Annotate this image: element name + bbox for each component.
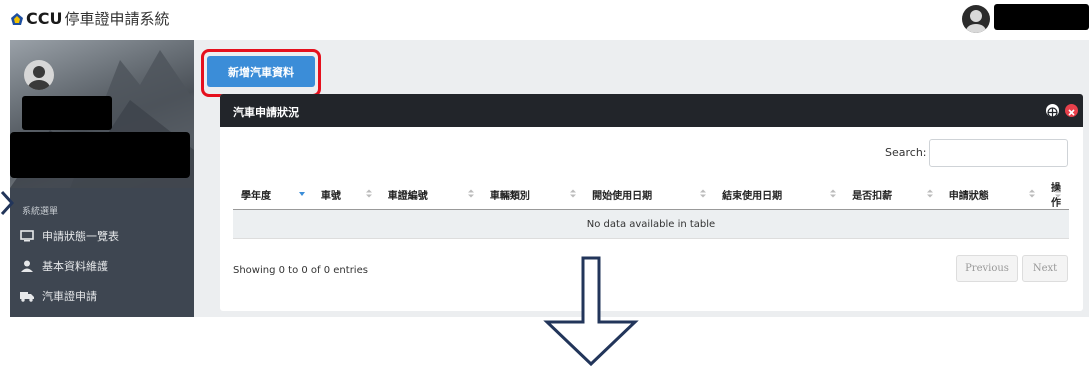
sort-icon: [365, 189, 372, 198]
search-label: Search:: [885, 146, 927, 159]
sort-icon: [467, 189, 474, 198]
search-input[interactable]: [929, 139, 1068, 167]
user-avatar-icon: [966, 10, 986, 33]
car-application-panel: 汽車申請狀況 Search: 學年度 車號 車證編號 車輛類別 開始使用日期 結…: [220, 94, 1083, 311]
empty-table-message: No data available in table: [233, 209, 1069, 239]
column-header[interactable]: 學年度: [233, 179, 313, 210]
column-header[interactable]: 開始使用日期: [584, 179, 715, 210]
sidebar-item-profile[interactable]: 基本資料維護: [20, 258, 108, 274]
column-header[interactable]: 操作: [1043, 179, 1069, 210]
user-icon: [21, 260, 33, 272]
car-icon: [20, 292, 34, 302]
column-header[interactable]: 是否扣薪: [844, 179, 941, 210]
column-header[interactable]: 申請狀態: [940, 179, 1043, 210]
monitor-icon: [20, 230, 34, 242]
top-bar: CCU 停車證申請系統: [0, 0, 1089, 40]
sidebar-item-label: 基本資料維護: [42, 260, 108, 273]
arrow-down-icon: [543, 256, 639, 367]
column-header-label: 結束使用日期: [722, 190, 783, 202]
table-info: Showing 0 to 0 of 0 entries: [233, 265, 368, 276]
column-header-label: 車號: [320, 190, 341, 202]
brand[interactable]: CCU 停車證申請系統: [10, 8, 170, 29]
column-header-label: 開始使用日期: [592, 190, 653, 202]
close-icon[interactable]: [1065, 104, 1078, 117]
redacted-user-info: [22, 96, 112, 130]
column-header-label: 車證編號: [387, 190, 428, 202]
sidebar-menu-header: 系統選單: [22, 207, 59, 217]
redacted-user-detail: [10, 132, 190, 178]
arrow-right-icon: [0, 190, 15, 216]
brand-ccu: CCU: [26, 9, 63, 28]
column-header-label: 是否扣薪: [852, 190, 893, 202]
column-header-label: 申請狀態: [948, 190, 989, 202]
application-table: 學年度 車號 車證編號 車輛類別 開始使用日期 結束使用日期 是否扣薪 申請狀態…: [233, 179, 1069, 239]
sort-icon: [570, 189, 577, 198]
add-car-data-button[interactable]: 新增汽車資料: [207, 56, 315, 87]
column-header[interactable]: 車號: [312, 179, 380, 210]
previous-page-button[interactable]: Previous: [956, 255, 1018, 282]
next-page-button[interactable]: Next: [1022, 255, 1068, 282]
redacted-username: [994, 4, 1089, 30]
sort-icon: [830, 189, 837, 198]
sidebar-avatar: [24, 60, 54, 90]
panel-header: 汽車申請狀況: [220, 94, 1083, 127]
sidebar: 系統選單 申請狀態一覽表 基本資料維護 汽車證申請: [10, 40, 194, 317]
table-row: No data available in table: [233, 209, 1069, 239]
sort-desc-icon: [298, 192, 305, 196]
column-header[interactable]: 車輛類別: [481, 179, 585, 210]
collapse-icon[interactable]: [1046, 104, 1059, 118]
sidebar-item-label: 申請狀態一覽表: [42, 230, 119, 243]
sidebar-item-label: 汽車證申請: [42, 290, 97, 303]
column-header-label: 車輛類別: [489, 190, 530, 202]
sidebar-item-car-permit[interactable]: 汽車證申請: [20, 288, 97, 304]
sidebar-item-application-status[interactable]: 申請狀態一覽表: [20, 228, 119, 244]
column-header[interactable]: 結束使用日期: [714, 179, 845, 210]
user-avatar-icon: [28, 66, 50, 90]
sort-icon: [926, 189, 933, 198]
globe-icon: [1047, 107, 1058, 118]
sidebar-banner: [10, 40, 194, 188]
column-header-label: 學年度: [241, 190, 271, 202]
column-header[interactable]: 車證編號: [379, 179, 482, 210]
table-header-row: 學年度 車號 車證編號 車輛類別 開始使用日期 結束使用日期 是否扣薪 申請狀態…: [233, 179, 1069, 210]
sort-icon: [700, 189, 707, 198]
ccu-logo-icon: [11, 12, 23, 25]
sort-icon: [1055, 189, 1061, 198]
user-avatar[interactable]: [962, 5, 990, 33]
panel-title: 汽車申請狀況: [233, 106, 299, 119]
sort-icon: [1029, 189, 1035, 198]
x-icon: [1068, 109, 1075, 116]
brand-system-name: 停車證申請系統: [64, 10, 170, 28]
